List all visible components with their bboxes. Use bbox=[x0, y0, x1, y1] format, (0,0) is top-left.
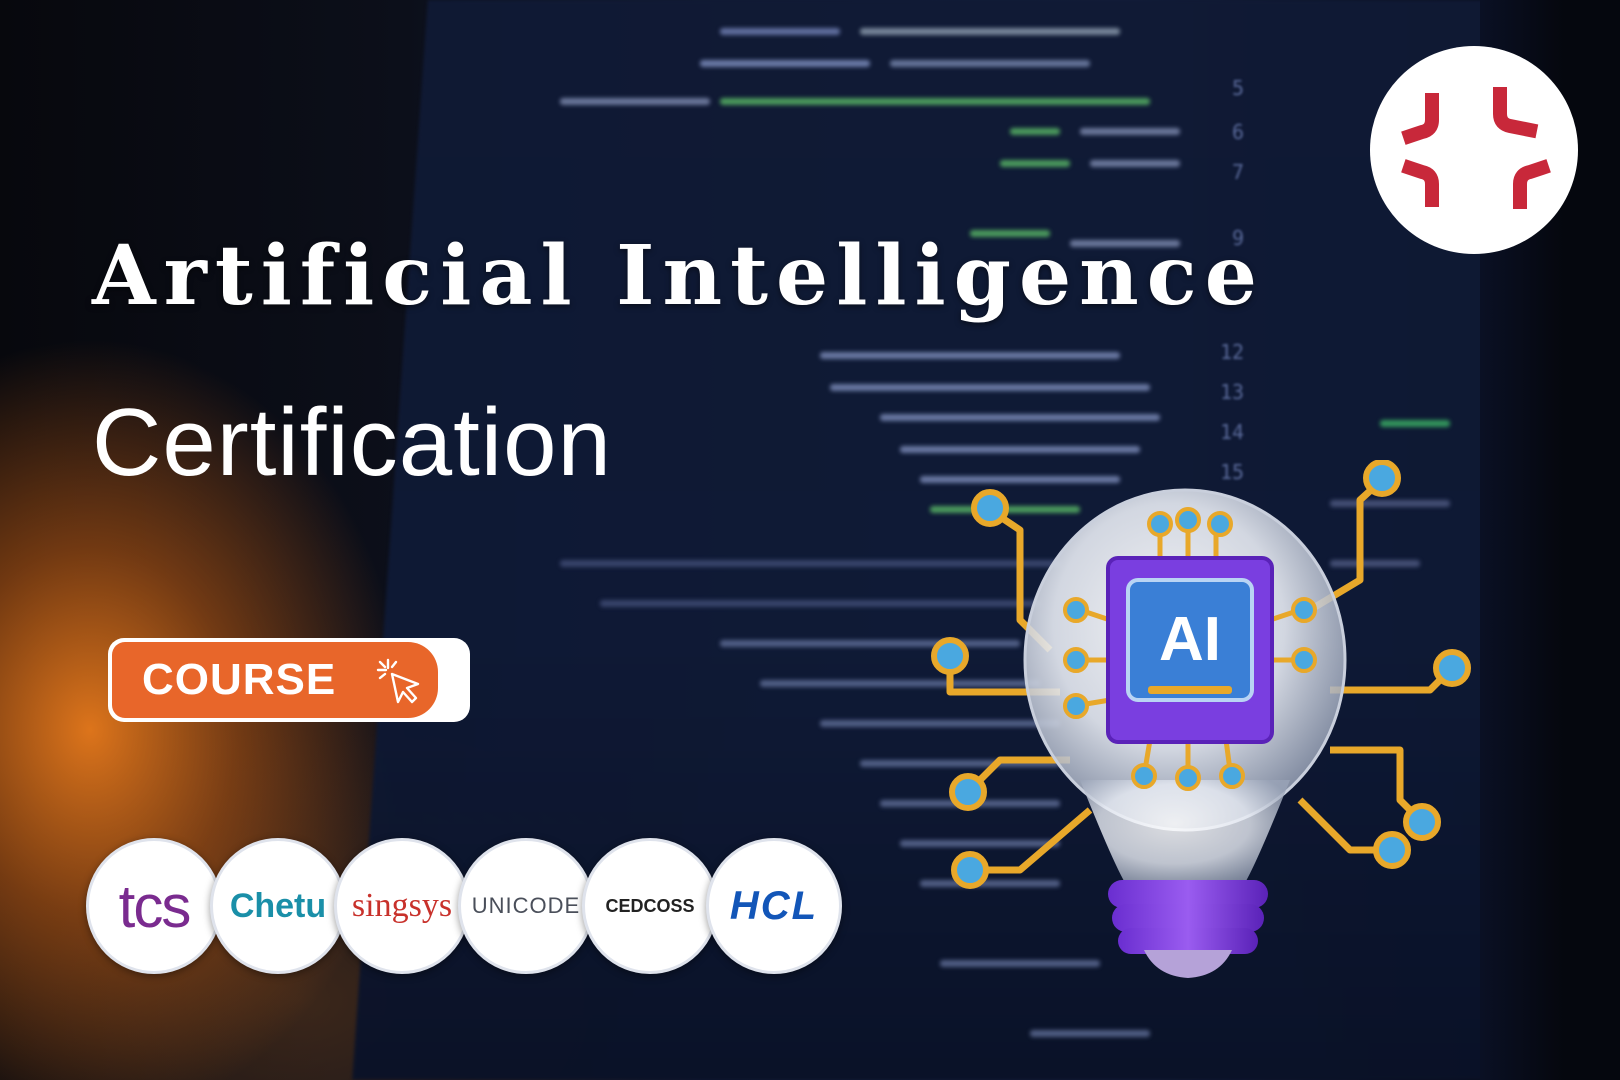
partner-logo-cedcoss: CEDCOSS bbox=[582, 838, 718, 974]
partner-name: HCL bbox=[729, 883, 819, 928]
course-button[interactable]: COURSE bbox=[108, 638, 470, 722]
line-number: 12 bbox=[1220, 340, 1245, 364]
course-button-face: COURSE bbox=[112, 642, 438, 718]
partner-name: UNICODE bbox=[471, 893, 581, 918]
line-number: 13 bbox=[1220, 380, 1245, 404]
partner-name: Chetu bbox=[229, 886, 327, 925]
partner-logo-hcl: HCL bbox=[706, 838, 842, 974]
line-number: 6 bbox=[1232, 120, 1245, 144]
partner-name: CEDCOSS bbox=[605, 895, 695, 916]
cursor-click-icon bbox=[376, 658, 420, 704]
line-number: 14 bbox=[1220, 420, 1245, 444]
partner-name: tcs bbox=[118, 872, 192, 940]
course-button-label: COURSE bbox=[142, 655, 337, 704]
partner-logo-singsys: singsys bbox=[334, 838, 470, 974]
banner-background: 5 6 7 9 12 13 14 15 Artificial Intellige… bbox=[0, 0, 1620, 1080]
partner-logos: tcs Chetu singsys UNICODE CEDCOSS HCL bbox=[86, 838, 866, 978]
chip-label: AI bbox=[1159, 605, 1221, 674]
partner-logo-unicode: UNICODE bbox=[458, 838, 594, 974]
brand-mark-icon bbox=[1401, 87, 1551, 209]
partner-logo-tcs: tcs bbox=[86, 838, 222, 974]
line-number: 5 bbox=[1232, 76, 1245, 100]
partner-logo-chetu: Chetu bbox=[210, 838, 346, 974]
banner-subtitle: Certification bbox=[92, 389, 612, 496]
brand-logo bbox=[1370, 46, 1578, 254]
line-number: 7 bbox=[1232, 160, 1245, 184]
ai-lightbulb-icon: AI bbox=[931, 460, 1471, 978]
partner-name: singsys bbox=[351, 887, 453, 924]
banner-title: Artificial Intelligence bbox=[92, 228, 1265, 324]
